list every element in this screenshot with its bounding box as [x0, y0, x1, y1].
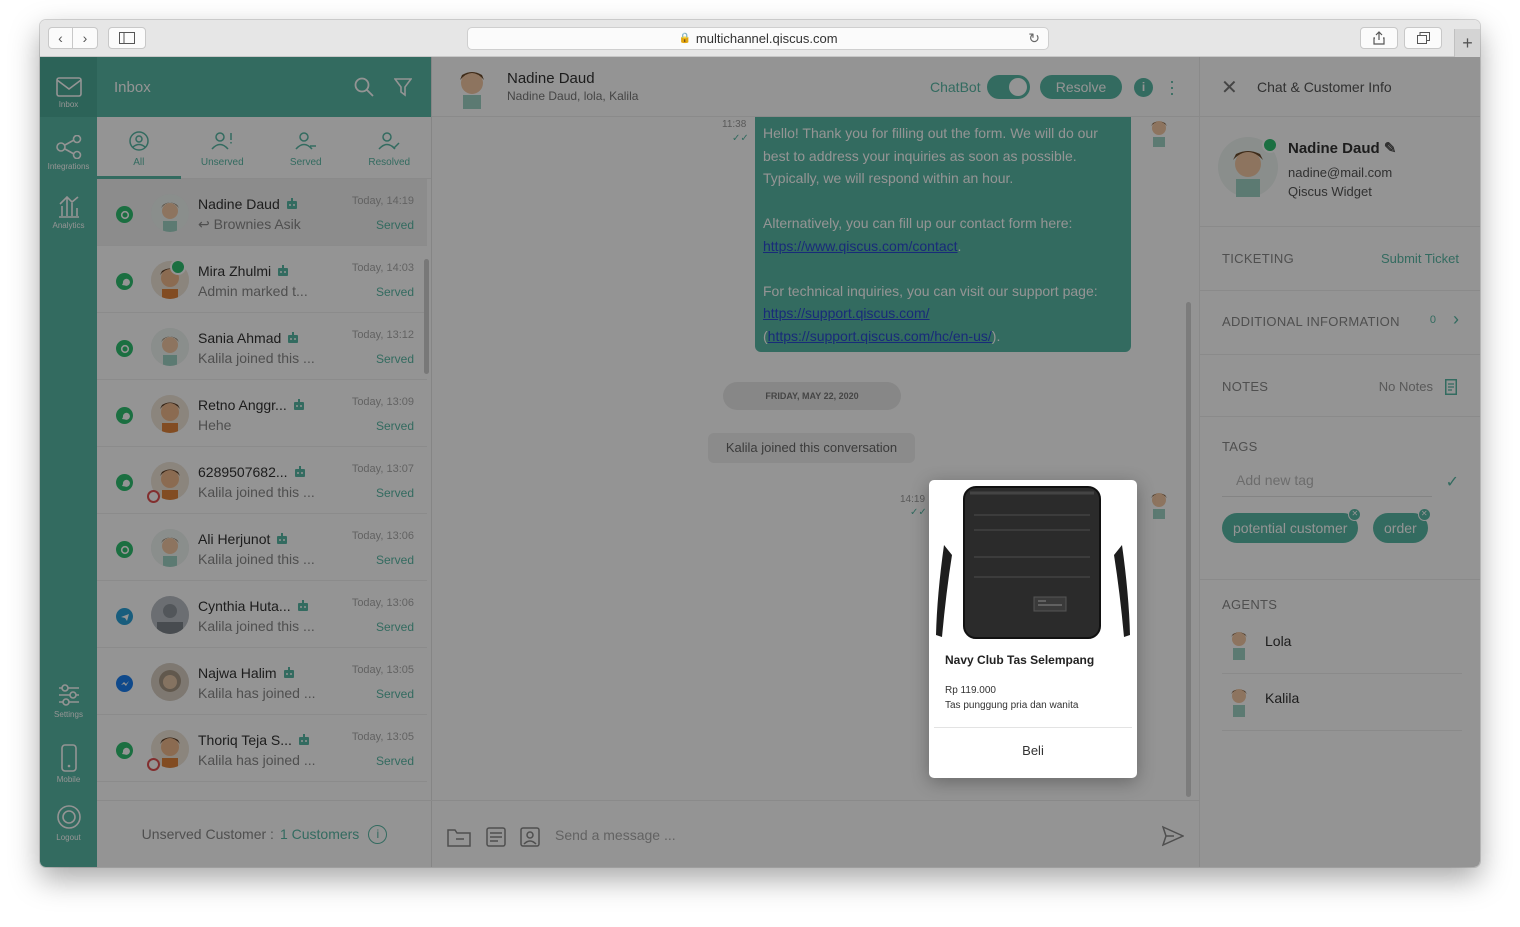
product-card: Navy Club Tas Selempang Rp 119.000 Tas p… — [929, 480, 1137, 778]
browser-toolbar: ‹ › 🔒 multichannel.qiscus.com ↻ + — [40, 20, 1480, 57]
product-price: Rp 119.000 — [945, 685, 996, 696]
app: Inbox Integrations Analytics Settings Mo… — [40, 57, 1480, 867]
modal-overlay[interactable] — [40, 57, 1480, 867]
sidebar-toggle-button[interactable] — [108, 27, 146, 49]
forward-button[interactable]: › — [73, 27, 98, 49]
new-tab-button[interactable]: + — [1454, 29, 1480, 57]
product-description: Tas punggung pria dan wanita — [945, 700, 1079, 711]
url-text: multichannel.qiscus.com — [695, 31, 838, 46]
share-icon — [1373, 31, 1385, 45]
back-button[interactable]: ‹ — [48, 27, 73, 49]
browser-window: ‹ › 🔒 multichannel.qiscus.com ↻ + Inbox — [40, 20, 1480, 867]
address-bar[interactable]: 🔒 multichannel.qiscus.com ↻ — [467, 27, 1049, 50]
lock-icon: 🔒 — [678, 33, 691, 44]
share-button[interactable] — [1360, 27, 1398, 49]
product-image — [934, 485, 1132, 640]
tabs-button[interactable] — [1404, 27, 1442, 49]
reload-icon[interactable]: ↻ — [1028, 30, 1040, 47]
tabs-icon — [1416, 32, 1430, 44]
buy-button[interactable]: Beli — [934, 727, 1132, 772]
product-name: Navy Club Tas Selempang — [945, 653, 1095, 667]
sidebar-icon — [119, 32, 135, 44]
